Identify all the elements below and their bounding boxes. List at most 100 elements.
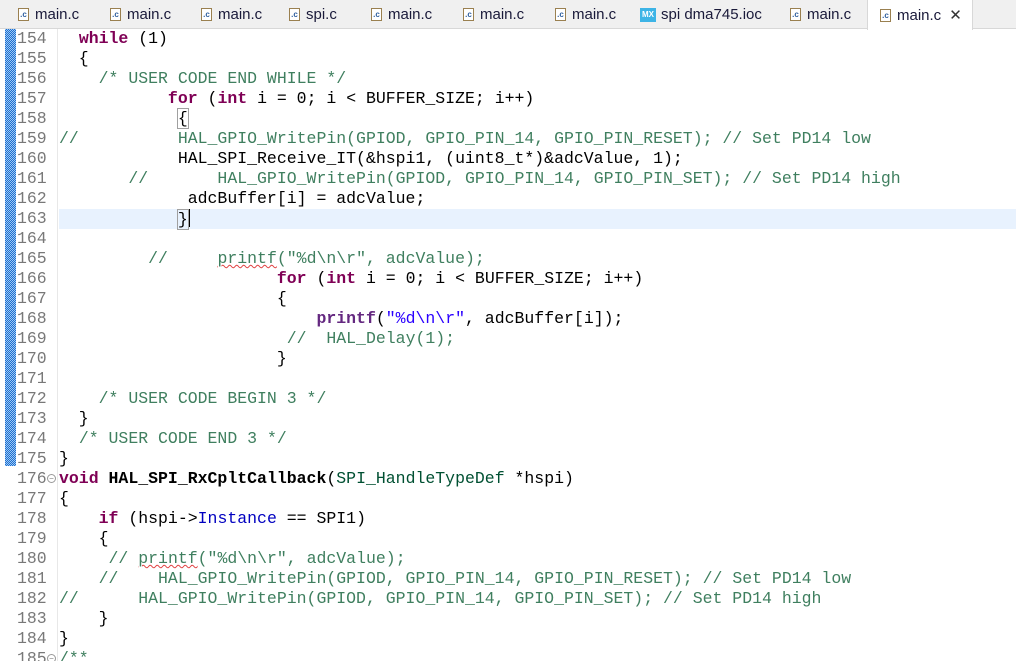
line-number: 162: [17, 189, 47, 208]
code-line[interactable]: 183 }: [0, 609, 1016, 629]
token-p: (1): [128, 29, 168, 48]
tab-label: spi.c: [306, 6, 337, 23]
code-line[interactable]: 173 }: [0, 409, 1016, 429]
token-p: [59, 329, 287, 348]
tab-main-c-9[interactable]: .c main.c ✕: [867, 0, 973, 30]
token-k: if: [98, 509, 119, 528]
code-line[interactable]: 170 }: [0, 349, 1016, 369]
code-line[interactable]: 155 {: [0, 49, 1016, 69]
tab-label: main.c: [218, 6, 263, 23]
code-line[interactable]: 181 // HAL_GPIO_WritePin(GPIOD, GPIO_PIN…: [0, 569, 1016, 589]
code-line[interactable]: 154 while (1): [0, 29, 1016, 49]
tab-spi-c-3[interactable]: .c spi.c: [277, 0, 347, 29]
token-p: [59, 509, 99, 528]
token-br: {: [176, 108, 189, 129]
line-number: 183: [17, 609, 47, 628]
code-line[interactable]: 182 // HAL_GPIO_WritePin(GPIOD, GPIO_PIN_…: [0, 589, 1016, 609]
code-line[interactable]: 178 if (hspi->Instance == SPI1): [0, 509, 1016, 529]
code-line[interactable]: 165 // printf("%d\n\r", adcValue);: [0, 249, 1016, 269]
tab-main-c-1[interactable]: .c main.c: [98, 0, 181, 29]
line-number: 168: [17, 309, 47, 328]
code-line[interactable]: 158 {: [0, 108, 1016, 129]
token-csq: printf: [138, 549, 198, 568]
code-line[interactable]: 184}: [0, 629, 1016, 649]
token-p: [59, 549, 109, 568]
code-editor[interactable]: 154 while (1) 155 {156 /* USER CODE END W…: [0, 29, 1016, 661]
token-k: int: [326, 269, 357, 288]
c-file-icon: .c: [201, 8, 212, 21]
token-t: SPI_HandleTypeDef: [336, 469, 505, 488]
c-file-icon: .c: [880, 8, 891, 22]
token-s: "%d\n\r": [385, 309, 465, 328]
code-line[interactable]: 164: [0, 229, 1016, 249]
line-number: 166: [17, 269, 47, 288]
code-text: void HAL_SPI_RxCpltCallback(SPI_HandleTy…: [59, 469, 1016, 489]
token-p: (hspi->: [118, 509, 198, 528]
code-line[interactable]: 166 for (int i = 0; i < BUFFER_SIZE; i++…: [0, 269, 1016, 289]
code-line[interactable]: 157 for (int i = 0; i < BUFFER_SIZE; i++…: [0, 89, 1016, 109]
code-line[interactable]: 163 }: [0, 209, 1016, 230]
token-p: [59, 210, 178, 229]
code-text: // HAL_GPIO_WritePin(GPIOD, GPIO_PIN_14,…: [59, 169, 1016, 189]
tab-main-c-2[interactable]: .c main.c: [189, 0, 272, 29]
code-line[interactable]: 159 // HAL_GPIO_WritePin(GPIOD, GPIO_PIN_…: [0, 129, 1016, 149]
fold-toggle-icon[interactable]: −: [47, 654, 56, 661]
tab-main-c-6[interactable]: .c main.c: [543, 0, 626, 29]
tab-main-c-4[interactable]: .c main.c: [359, 0, 442, 29]
tab-main-c-8[interactable]: .c main.c: [778, 0, 861, 29]
token-p: *hspi): [504, 469, 574, 488]
token-p: (: [326, 469, 337, 488]
tab-spi-dma745-ioc-7[interactable]: MX spi dma745.ioc: [628, 0, 772, 29]
code-text: }: [59, 209, 1016, 230]
line-number: 180: [17, 549, 47, 568]
line-number: 160: [17, 149, 47, 168]
fold-toggle-icon[interactable]: −: [47, 474, 56, 483]
line-number: 165: [17, 249, 47, 268]
code-line[interactable]: 168 printf("%d\n\r", adcBuffer[i]);: [0, 309, 1016, 329]
token-k: for: [276, 269, 307, 288]
code-line[interactable]: 167 {: [0, 289, 1016, 309]
c-file-icon: .c: [555, 8, 566, 21]
token-p: [59, 429, 79, 448]
token-p: [59, 569, 99, 588]
token-p: adcBuffer[i] = adcValue;: [59, 189, 426, 208]
code-line[interactable]: 172 /* USER CODE BEGIN 3 */: [0, 389, 1016, 409]
line-number: 177: [17, 489, 47, 508]
code-line[interactable]: 161 // HAL_GPIO_WritePin(GPIOD, GPIO_PIN…: [0, 169, 1016, 189]
token-fld: Instance: [197, 509, 277, 528]
token-p: i = 0; i < BUFFER_SIZE; i++): [247, 89, 535, 108]
code-line[interactable]: 180 // printf("%d\n\r", adcValue);: [0, 549, 1016, 569]
code-text: while (1): [59, 29, 1016, 49]
line-number: 156: [17, 69, 47, 88]
token-k: for: [167, 89, 198, 108]
code-line[interactable]: 179 {: [0, 529, 1016, 549]
code-text: /* USER CODE END WHILE */: [59, 69, 1016, 89]
code-line[interactable]: 156 /* USER CODE END WHILE */: [0, 69, 1016, 89]
tab-label: main.c: [127, 6, 172, 23]
token-p: (: [306, 269, 327, 288]
code-line[interactable]: 160 HAL_SPI_Receive_IT(&hspi1, (uint8_t*…: [0, 149, 1016, 169]
code-line[interactable]: 169 // HAL_Delay(1);: [0, 329, 1016, 349]
tab-main-c-5[interactable]: .c main.c: [451, 0, 534, 29]
line-number: 164: [17, 229, 47, 248]
code-text: }: [59, 449, 1016, 469]
tab-label: main.c: [897, 6, 942, 24]
token-p: (: [375, 309, 386, 328]
code-line[interactable]: 175}: [0, 449, 1016, 469]
code-line[interactable]: 176− void HAL_SPI_RxCpltCallback(SPI_Hand…: [0, 469, 1016, 489]
code-text: // printf("%d\n\r", adcValue);: [59, 249, 1016, 269]
tab-main-c-0[interactable]: .c main.c: [6, 0, 89, 29]
token-c: /* USER CODE BEGIN 3 */: [98, 389, 327, 408]
code-text: {: [59, 289, 1016, 309]
token-c: /* USER CODE END 3 */: [78, 429, 287, 448]
code-line[interactable]: 171: [0, 369, 1016, 389]
code-line[interactable]: 162 adcBuffer[i] = adcValue;: [0, 189, 1016, 209]
token-p: {: [59, 489, 69, 508]
close-icon[interactable]: ✕: [949, 6, 962, 24]
code-line[interactable]: 174 /* USER CODE END 3 */: [0, 429, 1016, 449]
code-text: for (int i = 0; i < BUFFER_SIZE; i++): [59, 89, 1016, 109]
code-line[interactable]: 185−/**: [0, 649, 1016, 661]
tab-label: main.c: [480, 6, 525, 23]
code-line[interactable]: 177 {: [0, 489, 1016, 509]
code-text: }: [59, 609, 1016, 629]
